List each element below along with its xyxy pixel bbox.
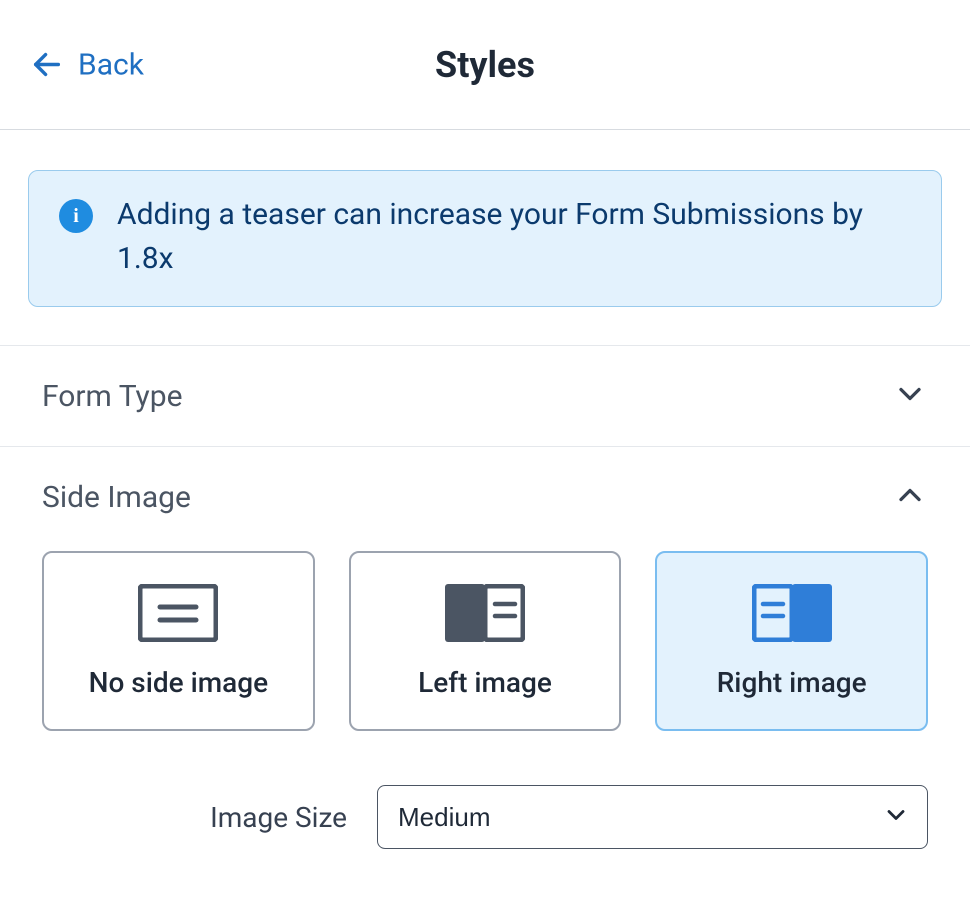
section-form-type-title: Form Type: [42, 379, 183, 414]
option-label: Left image: [418, 666, 552, 699]
page-title: Styles: [435, 44, 535, 86]
section-side-image[interactable]: Side Image: [0, 447, 970, 551]
image-size-select-wrap: Medium: [377, 785, 928, 849]
section-side-image-title: Side Image: [42, 480, 191, 515]
image-size-select[interactable]: Medium: [377, 785, 928, 849]
section-form-type[interactable]: Form Type: [0, 346, 970, 447]
option-label: Right image: [717, 666, 867, 699]
option-no-side-image[interactable]: No side image: [42, 551, 315, 731]
option-label: No side image: [89, 666, 268, 699]
no-side-image-icon: [138, 584, 218, 642]
image-size-label: Image Size: [42, 801, 347, 834]
right-image-icon: [752, 584, 832, 642]
side-image-options: No side image Left image: [0, 551, 970, 731]
chevron-down-icon: [892, 376, 928, 416]
back-button[interactable]: Back: [30, 47, 144, 82]
info-text: Adding a teaser can increase your Form S…: [117, 193, 911, 280]
chevron-up-icon: [892, 477, 928, 517]
image-size-row: Image Size Medium: [0, 731, 970, 849]
page-header: Back Styles: [0, 0, 970, 130]
info-banner: i Adding a teaser can increase your Form…: [28, 170, 942, 307]
info-banner-wrap: i Adding a teaser can increase your Form…: [0, 130, 970, 346]
option-left-image[interactable]: Left image: [349, 551, 622, 731]
info-icon: i: [59, 199, 93, 233]
arrow-left-icon: [30, 48, 64, 82]
left-image-icon: [445, 584, 525, 642]
back-label: Back: [78, 47, 144, 82]
option-right-image[interactable]: Right image: [655, 551, 928, 731]
